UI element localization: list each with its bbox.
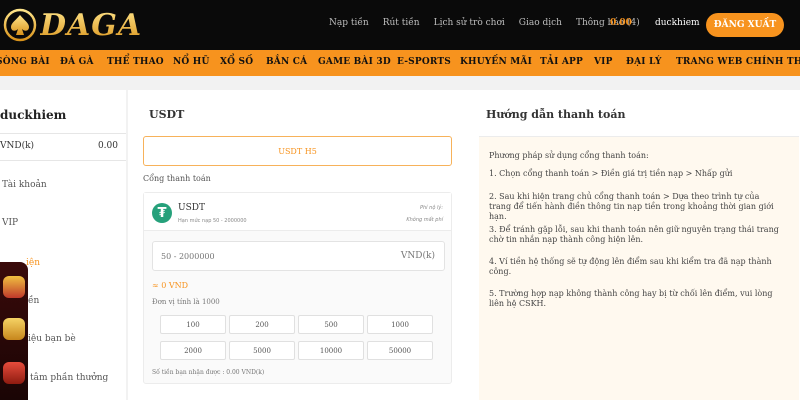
nav-slots[interactable]: NỔ HŨ: [173, 57, 210, 67]
nav-promotions[interactable]: KHUYẾN MÃI: [460, 57, 532, 67]
guide-intro: Phương pháp sử dụng cổng thanh toán:: [489, 151, 649, 160]
preset-1000-button[interactable]: 1000: [367, 315, 433, 334]
sidebar-currency: VND(k): [0, 141, 35, 151]
amount-unit: VND(k): [400, 251, 435, 261]
gateway-fee-label: Phí nộ lý:: [419, 205, 443, 211]
deposit-link[interactable]: Nạp tiền: [329, 18, 369, 28]
nav-official-site[interactable]: TRANG WEB CHÍNH THỨC: [676, 57, 800, 67]
preset-200-button[interactable]: 200: [229, 315, 295, 334]
header-username[interactable]: duckhiem: [655, 18, 700, 28]
gateway-card: ₮ USDT Hạn mức nạp 50 - 2000000 Phí nộ l…: [143, 192, 452, 384]
guide-step-3: 3. Để tránh gặp lỗi, sau khi thanh toán …: [489, 225, 779, 244]
sidebar-item-withdraw[interactable]: ền: [28, 296, 39, 306]
nav-casino[interactable]: SÒNG BÀI: [0, 57, 50, 67]
withdraw-link[interactable]: Rút tiền: [383, 18, 420, 28]
sidebar-item-account[interactable]: Tài khoản: [2, 180, 47, 190]
nav-cockfight[interactable]: ĐÁ GÀ: [60, 57, 94, 67]
nav-download-app[interactable]: TẢI APP: [540, 57, 583, 67]
guide-step-4: 4. Ví tiền hệ thống sẽ tự động lên điểm …: [489, 257, 772, 276]
sidebar-item-referral[interactable]: iệu bạn bè: [28, 334, 76, 344]
header-balance: 0.00: [610, 18, 632, 28]
logo[interactable]: DAGA: [2, 6, 142, 44]
guide-title: Hướng dẫn thanh toán: [486, 108, 626, 121]
nav-esports[interactable]: E-SPORTS: [397, 57, 451, 67]
spade-logo-icon: [3, 8, 37, 42]
preset-50000-button[interactable]: 50000: [367, 341, 433, 360]
game-history-link[interactable]: Lịch sử trò chơi: [434, 18, 505, 28]
nav-lottery[interactable]: XỔ SỐ: [220, 57, 253, 67]
nav-3d-cards[interactable]: GAME BÀI 3D: [318, 57, 391, 67]
received-amount-note: Số tiền bạn nhận được : 0.00 VND(k): [152, 369, 265, 376]
preset-2000-button[interactable]: 2000: [160, 341, 226, 360]
payment-title: USDT: [149, 108, 185, 121]
guide-step-5: 5. Trường hợp nạp không thành công hay b…: [489, 289, 773, 308]
header-bar: DAGA Nạp tiền Rút tiền Lịch sử trò chơi …: [0, 0, 800, 50]
transactions-link[interactable]: Giao dịch: [519, 18, 562, 28]
floating-promo-bar: [0, 262, 28, 400]
gift-promo-icon[interactable]: [3, 362, 25, 384]
gateway-option-usdt[interactable]: ₮ USDT Hạn mức nạp 50 - 2000000 Phí nộ l…: [144, 193, 451, 231]
nav-vip[interactable]: VIP: [594, 57, 613, 67]
vip-promo-icon[interactable]: [3, 318, 25, 340]
logout-button[interactable]: ĐĂNG XUẤT: [706, 13, 784, 37]
sidebar-amount: 0.00: [97, 141, 118, 151]
top-links: Nạp tiền Rút tiền Lịch sử trò chơi Giao …: [329, 18, 654, 28]
nav-sports[interactable]: THỂ THAO: [107, 57, 164, 67]
sidebar-item-vip[interactable]: VIP: [2, 218, 18, 228]
payment-panel: USDT USDT H5 Cổng thanh toán ₮ USDT Hạn …: [128, 90, 800, 400]
gateway-limit: Hạn mức nạp 50 - 2000000: [178, 218, 247, 224]
calendar-promo-icon[interactable]: [3, 276, 25, 298]
sidebar-username: duckhiem: [0, 108, 67, 122]
preset-5000-button[interactable]: 5000: [229, 341, 295, 360]
guide-step-1: 1. Chọn cổng thanh toán > Điền giá trị t…: [489, 169, 733, 178]
guide-step-2: 2. Sau khi hiện trang chủ cổng thanh toá…: [489, 192, 774, 221]
preset-10000-button[interactable]: 10000: [298, 341, 364, 360]
payment-guide: Phương pháp sử dụng cổng thanh toán: 1. …: [479, 136, 799, 400]
sidebar-item-rewards[interactable]: tâm phần thưởng: [30, 373, 108, 383]
unit-note: Đơn vị tính là 1000: [152, 298, 220, 306]
method-usdt-h5-button[interactable]: USDT H5: [143, 136, 452, 166]
converted-amount: ≈ 0 VND: [152, 281, 189, 290]
tether-icon: ₮: [152, 203, 172, 223]
logo-text: DAGA: [40, 7, 143, 43]
gateway-label: Cổng thanh toán: [143, 174, 211, 183]
sidebar-item-deposit[interactable]: iện: [26, 258, 40, 268]
gateway-fee-value: Không mất phí: [406, 217, 443, 223]
main-nav: SÒNG BÀI ĐÁ GÀ THỂ THAO NỔ HŨ XỔ SỐ BẮN …: [0, 50, 800, 76]
preset-100-button[interactable]: 100: [160, 315, 226, 334]
nav-fishing[interactable]: BẮN CÁ: [266, 57, 307, 67]
sidebar-balance: VND(k) 0.00: [0, 133, 126, 161]
gateway-name: USDT: [178, 203, 205, 213]
nav-agent[interactable]: ĐẠI LÝ: [626, 57, 662, 67]
preset-500-button[interactable]: 500: [298, 315, 364, 334]
